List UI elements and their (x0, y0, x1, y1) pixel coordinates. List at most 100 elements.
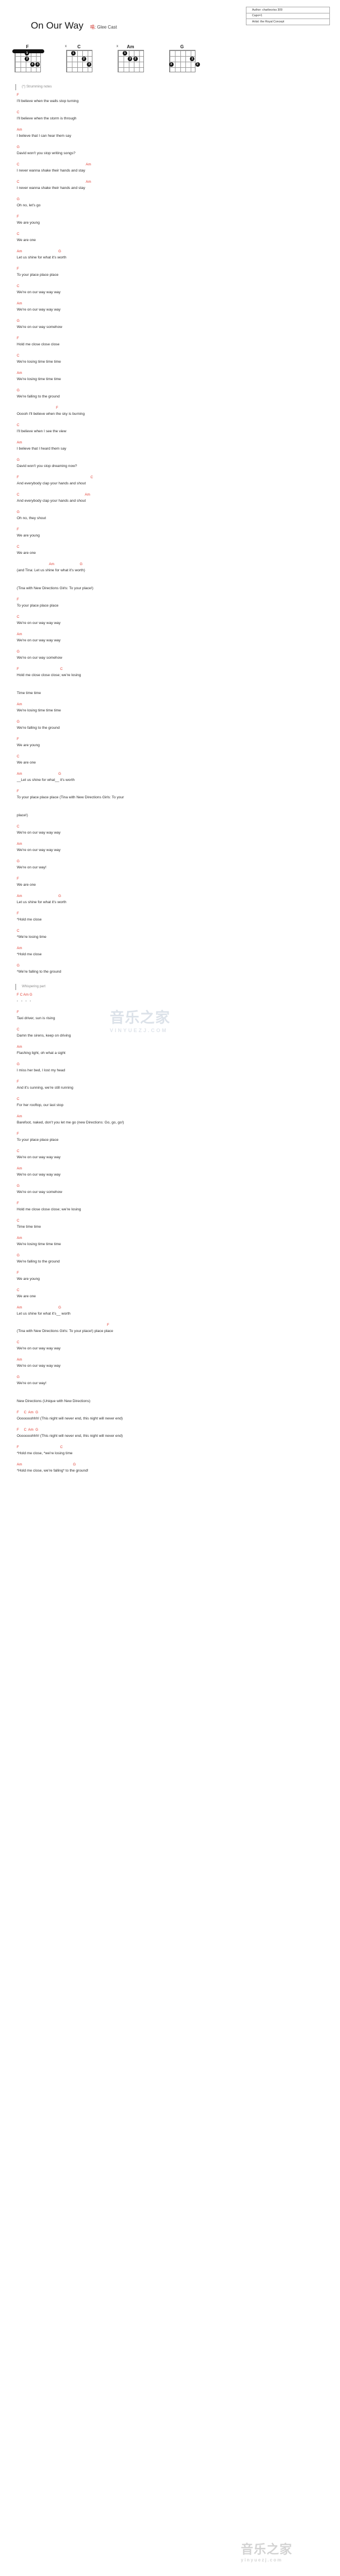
finger-dot: 3 (87, 62, 92, 67)
chord-line: C (17, 232, 20, 236)
chord-line: F C Am G (17, 993, 32, 997)
lyric-line: I'll believe when I see the view (17, 429, 67, 433)
chord-line: C (17, 929, 20, 933)
lyric-line: *Hold me close, we're falling* to the gr… (17, 1469, 89, 1473)
lyric-line: Hold me close close close; we're losing (17, 1208, 81, 1211)
lyric-line: David won't you stop dreaming now? (17, 464, 77, 468)
lyric-line: I'll believe when the storm is through (17, 117, 77, 121)
chord-line: G (17, 197, 20, 201)
chord-line: C (17, 423, 20, 427)
chord-line: Am (17, 371, 22, 375)
chord-line: Am (17, 441, 22, 445)
chord-line: F (17, 1271, 19, 1275)
chord-line: C (17, 1097, 20, 1101)
lyrics-body: (*) Strumming notes F I'll believe when th… (0, 78, 340, 1497)
lyric-line: We're on our way! (17, 1381, 46, 1385)
lyric-line: Hold me close close close; we're losing (17, 673, 81, 677)
chord-line: Am G (17, 1306, 62, 1310)
chord-name: G (180, 44, 184, 49)
lyric-line: Time time time (17, 691, 41, 695)
section-heading: Whispering part (15, 984, 330, 990)
lyric-line: (Tina with New Directions Girls: To your… (17, 586, 94, 590)
finger-dot: 2 (25, 57, 30, 61)
chord-line: C (17, 1149, 20, 1153)
chord-line: Am (17, 1167, 22, 1171)
sing-sep: : (94, 25, 96, 30)
lyric-line: To your place place place (17, 273, 59, 277)
chord-diagram-am: Am x 1 2 3 (113, 44, 148, 72)
chord-line: F (17, 1323, 109, 1327)
chord-line: G (17, 389, 20, 392)
chord-line: G (17, 1184, 20, 1188)
page-title: On Our Way (31, 20, 83, 31)
lyric-line: We're on our way way way (17, 831, 61, 835)
chord-line: Am G (17, 894, 62, 898)
muted-string-marker: x (117, 45, 118, 48)
fretboard-grid: 1 23 (117, 50, 144, 72)
chord-line: Am G (17, 249, 62, 253)
chord-line: Am (17, 632, 22, 636)
chord-line: F (17, 877, 19, 881)
chord-line: Am (17, 1045, 22, 1049)
lyric-line: We're on our way way way (17, 848, 61, 852)
lyric-line: I never wanna shake their hands and stay (17, 169, 86, 173)
lyric-line: We are young (17, 743, 40, 747)
chord-line: C Am (17, 180, 91, 184)
chord-line: G (17, 1062, 20, 1066)
chord-line: F (17, 912, 19, 915)
chord-diagram-strip: F 1 2 3 4 Cx 1 2 3 Am x 1 2 3 G 1 2 3 (0, 44, 340, 78)
chord-line: C (17, 1340, 20, 1344)
chord-sheet-page: On Our Way 唱: Glee Cast Author: charliec… (0, 0, 340, 2576)
lyric-line: (and Tina: Let us shine for what it's wo… (17, 568, 85, 572)
finger-dot: 4 (30, 62, 35, 67)
lyric-line: To your place place place (17, 1138, 59, 1142)
chord-line: C (17, 755, 20, 759)
finger-dot: 3 (35, 62, 40, 67)
chord-line: Am G (17, 562, 83, 566)
lyric-line: Let us shine for what it's worth (17, 900, 67, 904)
chord-line: G (17, 720, 20, 724)
chord-line: Am (17, 946, 22, 950)
chord-line: C (17, 1288, 20, 1292)
chord-line: F C Am G (17, 1410, 39, 1414)
chord-line: F C (17, 475, 94, 479)
chord-diagram-g: G 12 3 (165, 44, 200, 72)
chord-line: F (17, 1132, 19, 1136)
lyric-line: We're losing time time time (17, 377, 61, 381)
lyric-line: We are one (17, 238, 36, 242)
muted-string-marker: x (65, 45, 67, 48)
chord-line: C (17, 284, 20, 288)
lyric-line: Damn the sirens, keep on driving (17, 1034, 71, 1038)
chord-line: C (17, 545, 20, 549)
lyric-line: We're losing time time time (17, 360, 61, 364)
chord-line: Am (17, 1114, 22, 1118)
lyric-line: We're on our way way way (17, 308, 61, 312)
finger-dot: 1 (71, 51, 76, 56)
lyric-line: We are young (17, 221, 40, 225)
chord-line: G (17, 458, 20, 462)
info-box: Author: charliecriss 309 Capo=1 Artist: … (246, 7, 330, 25)
page-header: On Our Way 唱: Glee Cast Author: charliec… (0, 0, 340, 44)
chord-line: F (17, 528, 19, 531)
lyric-line: (Tina with New Directions Girls: To your… (17, 1329, 113, 1333)
lyric-line: We're on our way somehow (17, 656, 63, 660)
chord-line: F C (17, 667, 63, 671)
lyric-line: Ooooooohhh! (This night will never end, … (17, 1417, 123, 1421)
artist-label: 唱: Glee Cast (90, 24, 117, 30)
lyric-line: I never wanna shake their hands and stay (17, 186, 86, 190)
lyric-line: We are young (17, 1277, 40, 1281)
finger-dot: 3 (128, 57, 133, 61)
chord-line: C (17, 354, 20, 358)
lyric-line: Taxi driver, sun is rising (17, 1016, 55, 1020)
chord-line: F (17, 737, 19, 741)
chord-line: G (17, 510, 20, 514)
lyric-line: And everybody clap your hands and shout (17, 499, 86, 503)
chord-line: G (17, 1254, 20, 1257)
chord-line: G (17, 145, 20, 149)
finger-dot: 2 (195, 62, 200, 67)
lyric-line: *We're falling to the ground (17, 970, 62, 974)
finger-dot: 1 (122, 51, 127, 56)
lyric-line: We're on our way! (17, 866, 46, 870)
lyric-line: Let us shine for what it's worth (17, 256, 67, 260)
